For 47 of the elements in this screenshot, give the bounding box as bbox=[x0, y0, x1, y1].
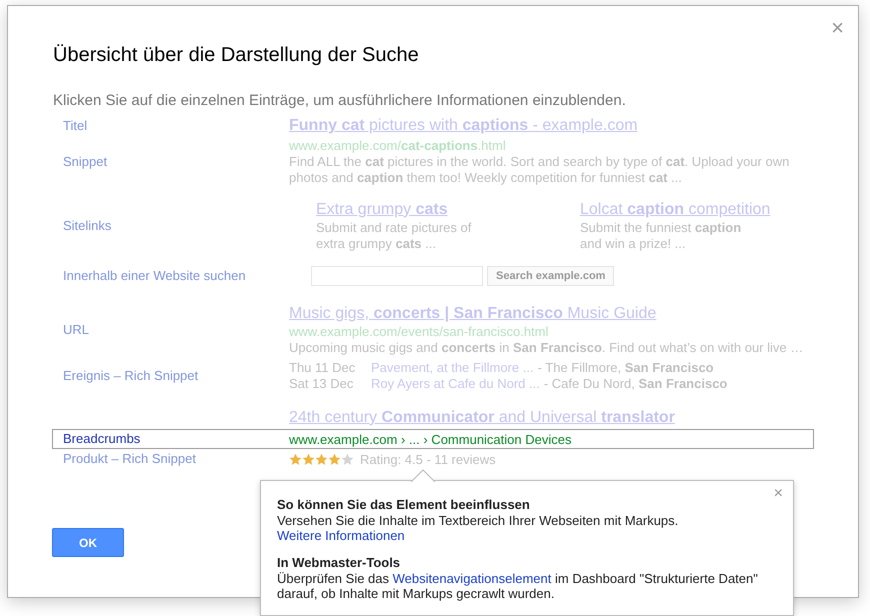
selected-row[interactable]: Breadcrumbs www.example.com › ... › Communication Devices bbox=[52, 429, 814, 449]
ok-button[interactable]: OK bbox=[52, 528, 124, 557]
result-title-link[interactable]: Funny cat pictures with captions - example.com bbox=[289, 116, 638, 136]
search-button[interactable]: Search example.com bbox=[487, 266, 614, 286]
breadcrumb-url: www.example.com › ... › Communication Devices bbox=[289, 430, 572, 448]
sitelink-text: Submit and rate pictures of bbox=[316, 220, 472, 236]
entry-label[interactable]: URL bbox=[63, 322, 90, 337]
event-date: Sat 13 Dec bbox=[289, 376, 354, 392]
sitelink-title[interactable]: Lolcat caption competition bbox=[580, 200, 770, 220]
snippet-text: Upcoming music gigs and concerts in San Francisco. Find out what’s on with our live … bbox=[289, 340, 804, 356]
sitelink-text: and win a prize! ... bbox=[580, 236, 686, 252]
rating-text: Rating: 4.5 - 11 reviews bbox=[360, 452, 496, 466]
entry-label[interactable]: Innerhalb einer Website suchen bbox=[63, 268, 246, 283]
entry-label[interactable]: Ereignis – Rich Snippet bbox=[63, 368, 198, 383]
close-button[interactable]: × bbox=[831, 17, 844, 39]
result-url: www.example.com/cat-captions.html bbox=[289, 138, 507, 154]
sitelink-text: Submit the funniest caption bbox=[580, 220, 742, 236]
event-date: Thu 11 Dec bbox=[289, 360, 356, 376]
star-icon bbox=[328, 452, 341, 466]
dialog-subtitle: Klicken Sie auf die einzelnen Einträge, um ausführlichere Informationen einzublenden. bbox=[53, 92, 627, 109]
result-title-link[interactable]: Music gigs, concerts | San Francisco Music Guide bbox=[289, 304, 656, 324]
event-place: - Cafe Du Nord, San Francisco bbox=[544, 376, 728, 392]
snippet-text: Find ALL the cat pictures in the world. Sort and search by type of cat. Upload your own bbox=[289, 154, 790, 170]
close-button[interactable]: × bbox=[774, 486, 783, 502]
sitelink-title[interactable]: Extra grumpy cats bbox=[316, 200, 448, 220]
entry-label[interactable]: Produkt – Rich Snippet bbox=[63, 451, 196, 466]
entry-label[interactable]: Snippet bbox=[63, 154, 108, 169]
popup-link[interactable]: Weitere Informationen bbox=[277, 528, 405, 543]
entry-label[interactable]: Titel bbox=[63, 118, 88, 133]
star-icon bbox=[341, 452, 354, 466]
entry-label[interactable]: Sitelinks bbox=[63, 218, 112, 233]
dialog-title: Übersicht über die Darstellung der Suche bbox=[53, 44, 420, 67]
result-title-link[interactable]: 24th century Communicator and Universal translator bbox=[289, 408, 675, 428]
popup-link[interactable]: Websitenavigationselement bbox=[392, 571, 552, 586]
star-icon bbox=[289, 452, 302, 466]
popup-heading: So können Sie das Element beeinflussen bbox=[277, 497, 531, 513]
snippet-text: photos and caption them too! Weekly competition for funniest cat ... bbox=[289, 170, 683, 186]
star-icon bbox=[302, 452, 315, 466]
popup-text: Versehen Sie die Inhalte im Textbereich Ihrer Webseiten mit Markups. Weitere Informationen bbox=[277, 513, 680, 543]
popup-text: Überprüfen Sie das Websitenavigationselement im Dashboard "Strukturierte Daten" darauf, ob Inhalte mit Markups gecrawlt wurden. bbox=[277, 571, 759, 601]
event-place: - The Fillmore, San Francisco bbox=[538, 360, 714, 376]
popup-heading: In Webmaster-Tools bbox=[277, 555, 402, 571]
search-field[interactable] bbox=[311, 266, 483, 286]
sitelink-text: extra grumpy cats ... bbox=[316, 236, 437, 252]
result-url: www.example.com/events/san-francisco.html bbox=[289, 324, 550, 340]
entry-label[interactable]: Breadcrumbs bbox=[63, 431, 140, 446]
star-icon bbox=[315, 452, 328, 466]
